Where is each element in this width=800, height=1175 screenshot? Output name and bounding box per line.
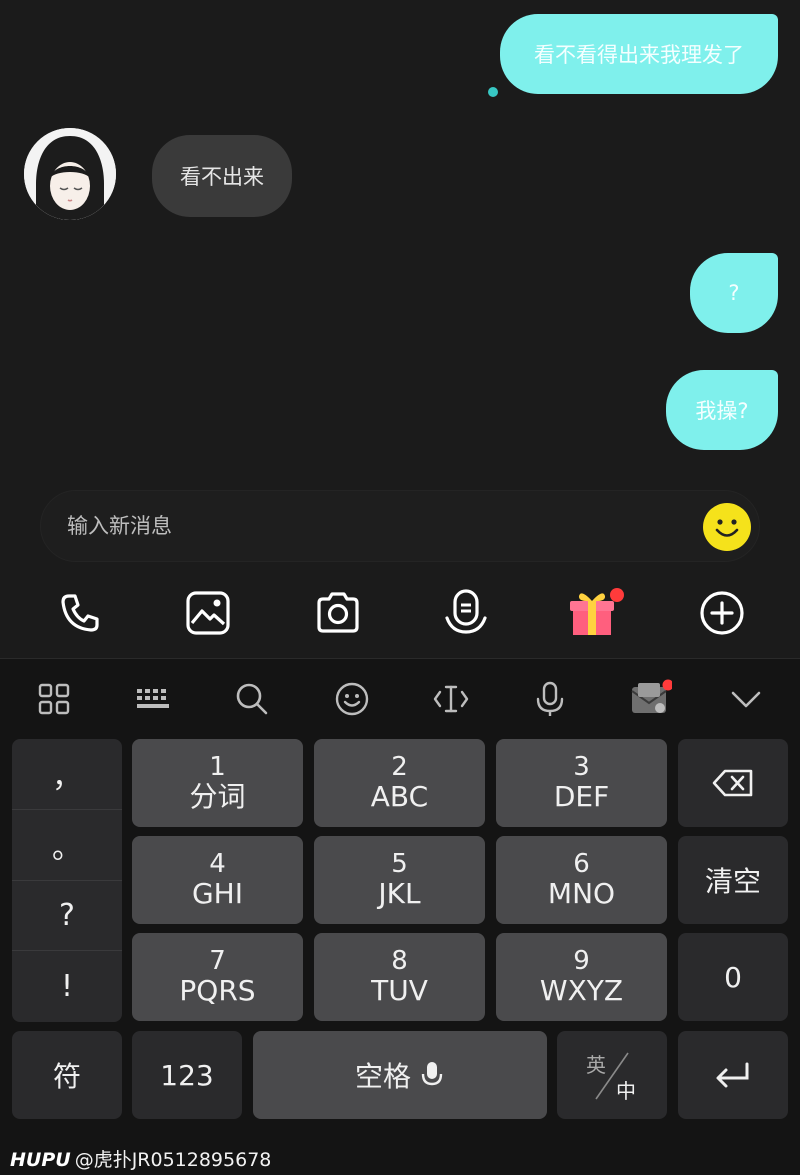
clear-label: 清空 <box>704 865 761 898</box>
message-input-box[interactable] <box>40 490 760 562</box>
key-number: 3 <box>573 752 590 782</box>
key-6[interactable]: 6 MNO <box>496 836 667 924</box>
key-4[interactable]: 4 GHI <box>132 836 303 924</box>
numbers-label: 123 <box>160 1058 214 1092</box>
key-0[interactable]: 0 <box>678 933 788 1021</box>
key-letters: DEF <box>553 780 610 813</box>
avatar-image <box>24 128 116 220</box>
key-number: 6 <box>573 849 590 879</box>
backspace-button[interactable] <box>678 739 788 827</box>
message-text: 看不出来 <box>180 165 264 189</box>
key-letters: JKL <box>378 877 421 910</box>
key-letters: GHI <box>191 877 243 910</box>
message-bubble-received[interactable]: 看不出来 <box>152 135 292 217</box>
key-number: 8 <box>391 946 408 976</box>
punct-key[interactable]: 。 <box>12 810 122 881</box>
key-3[interactable]: 3 DEF <box>496 739 667 827</box>
key-number: 5 <box>391 849 408 879</box>
message-bubble-sent[interactable]: 看不看得出来我理发了 <box>500 14 778 94</box>
enter-button[interactable] <box>678 1031 788 1119</box>
chat-tools-bar <box>0 575 800 647</box>
message-text: 我操? <box>695 399 749 423</box>
key-number: 7 <box>209 946 226 976</box>
key-number: 2 <box>391 752 408 782</box>
enter-icon <box>716 1062 749 1088</box>
message-bubble-sent[interactable]: 我操? <box>666 370 778 450</box>
message-input[interactable] <box>67 514 667 538</box>
key-9[interactable]: 9 WXYZ <box>496 933 667 1021</box>
key-2[interactable]: 2 ABC <box>314 739 485 827</box>
key-7[interactable]: 7 PQRS <box>132 933 303 1021</box>
symbols-label: 符 <box>52 1060 81 1093</box>
chat-area: 看不看得出来我理发了 看不出来 ? 我操? <box>0 0 800 658</box>
add-icon[interactable] <box>692 583 752 643</box>
key-number: 1 <box>209 752 226 782</box>
numbers-button[interactable]: 123 <box>132 1031 242 1119</box>
key-8[interactable]: 8 TUV <box>314 933 485 1021</box>
space-button[interactable]: 空格 <box>253 1031 547 1119</box>
punct-key[interactable]: ， <box>12 739 122 810</box>
watermark-text: @虎扑JR0512895678 <box>74 1149 272 1171</box>
message-text: ? <box>728 281 740 305</box>
key-letters: PQRS <box>179 974 256 1007</box>
key-number: 9 <box>573 946 590 976</box>
microphone-icon[interactable] <box>528 677 572 721</box>
phone-icon[interactable] <box>50 583 110 643</box>
emoji-icon[interactable] <box>330 677 374 721</box>
keyboard-icon[interactable] <box>131 677 175 721</box>
lang-chinese: 中 <box>616 1079 636 1103</box>
watermark: HUPU @虎扑JR0512895678 <box>10 1145 271 1172</box>
grid-icon[interactable] <box>32 677 76 721</box>
punct-key[interactable]: ? <box>12 881 122 952</box>
key-letters: MNO <box>547 877 616 910</box>
unread-dot <box>488 87 498 97</box>
chevron-down-icon[interactable] <box>724 677 768 721</box>
voice-message-icon[interactable] <box>436 583 496 643</box>
language-switch-button[interactable]: 英 中 <box>557 1031 667 1119</box>
watermark-brand: HUPU <box>10 1149 71 1171</box>
key-letters: 分词 <box>189 780 246 813</box>
keyboard: ， 。 ? ! 1 分词 2 ABC 3 DEF 4 GHI 5 JKL 6 M… <box>0 658 800 1175</box>
clear-button[interactable]: 清空 <box>678 836 788 924</box>
key-letters: ABC <box>370 780 429 813</box>
gift-icon[interactable] <box>566 583 626 643</box>
symbols-button[interactable]: 符 <box>12 1031 122 1119</box>
keyboard-toolbar <box>0 659 800 737</box>
key-1[interactable]: 1 分词 <box>132 739 303 827</box>
avatar[interactable] <box>24 128 116 220</box>
search-icon[interactable] <box>230 677 274 721</box>
key-letters: WXYZ <box>539 974 624 1007</box>
key-number: 4 <box>209 849 226 879</box>
backspace-icon <box>712 769 753 797</box>
image-icon[interactable] <box>178 583 238 643</box>
key-5[interactable]: 5 JKL <box>314 836 485 924</box>
mail-icon[interactable] <box>628 677 672 721</box>
message-text: 看不看得出来我理发了 <box>534 43 744 67</box>
punct-key[interactable]: ! <box>12 951 122 1022</box>
language-switch: 英 中 <box>582 1045 642 1105</box>
cursor-icon[interactable] <box>429 677 473 721</box>
key-letters: TUV <box>371 974 428 1007</box>
microphone-icon <box>421 1062 443 1086</box>
space-label: 空格 <box>354 1060 411 1093</box>
emoji-button[interactable] <box>703 503 751 551</box>
key-number: 0 <box>724 960 742 994</box>
punctuation-list[interactable]: ， 。 ? ! <box>12 739 122 1022</box>
message-bubble-sent[interactable]: ? <box>690 253 778 333</box>
smiley-icon <box>705 505 749 549</box>
camera-icon[interactable] <box>308 583 368 643</box>
